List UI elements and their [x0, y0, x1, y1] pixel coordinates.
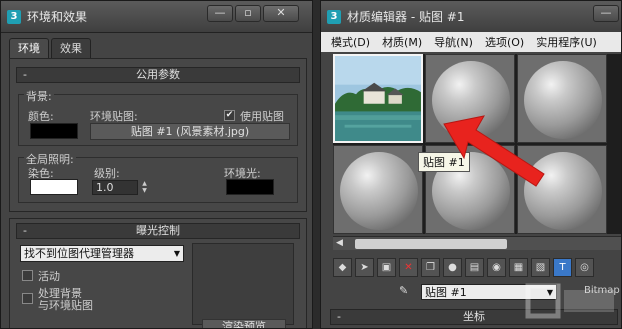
process-bg-label: 处理背景 与环境贴图 [38, 287, 93, 312]
scrollbar-thumb[interactable] [355, 239, 507, 249]
level-spinner[interactable]: 1.0 [92, 180, 138, 195]
ambient-color-swatch[interactable] [226, 179, 274, 195]
env-map-button[interactable]: 贴图 #1 (风景素材.jpg) [90, 123, 290, 140]
collapse-icon[interactable]: - [23, 68, 27, 82]
exposure-rollout[interactable]: - 曝光控制 [16, 223, 300, 239]
go-to-parent-icon[interactable]: T [553, 257, 572, 277]
tab-bar: 环境 效果 [9, 38, 93, 58]
delete-icon[interactable]: ✕ [399, 257, 418, 277]
menu-navigation[interactable]: 导航(N) [434, 34, 473, 50]
env-map-label: 环境贴图: [90, 110, 138, 123]
menu-material[interactable]: 材质(M) [382, 34, 422, 50]
exposure-preview-area [192, 243, 294, 325]
color-label: 颜色: [28, 110, 54, 123]
go-forward-icon[interactable]: ◎ [575, 257, 594, 277]
exposure-type-dropdown[interactable]: 找不到位图代理管理器 ▼ [20, 245, 184, 262]
library-icon[interactable]: ▤ [465, 257, 484, 277]
exposure-title: 曝光控制 [136, 224, 180, 237]
active-checkbox[interactable] [22, 270, 33, 281]
get-material-icon[interactable]: ◆ [333, 257, 352, 277]
landscape-thumbnail [335, 56, 421, 141]
slots-scrollbar[interactable]: ◀ [333, 236, 621, 250]
close-button[interactable]: ✕ [263, 5, 299, 22]
put-to-scene-icon[interactable]: ➤ [355, 257, 374, 277]
exposure-type-value: 找不到位图代理管理器 [24, 247, 134, 260]
scroll-left-arrow-icon[interactable]: ◀ [336, 238, 343, 248]
tab-environment[interactable]: 环境 [9, 38, 49, 58]
background-group-label: 背景: [24, 88, 54, 104]
collapse-icon[interactable]: - [23, 224, 27, 238]
render-preview-button[interactable]: 渲染预览 [202, 319, 286, 328]
minimize-button[interactable]: — [593, 5, 619, 22]
show-in-viewport-icon[interactable]: ▦ [509, 257, 528, 277]
right-titlebar[interactable]: 3 材质编辑器 - 贴图 #1 [321, 1, 621, 33]
maximize-button[interactable]: ▫ [235, 5, 261, 22]
material-name-value: 贴图 #1 [425, 286, 467, 299]
level-label: 级别: [94, 167, 120, 180]
environment-effects-window: 3 环境和效果 — ▫ ✕ 环境 效果 - 公用参数 背景: 颜色: 环境贴图:… [0, 0, 313, 329]
effects-channel-icon[interactable]: ◉ [487, 257, 506, 277]
tint-color-swatch[interactable] [30, 179, 78, 195]
right-window-controls: — [593, 5, 619, 22]
red-arrow-icon [443, 115, 545, 187]
exposure-panel: - 曝光控制 找不到位图代理管理器 ▼ 活动 处理背景 与环境贴图 渲染预览 [9, 218, 307, 328]
assign-material-icon[interactable]: ▣ [377, 257, 396, 277]
max-app-icon: 3 [7, 9, 21, 24]
menu-bar: 模式(D) 材质(M) 导航(N) 选项(O) 实用程序(U) [321, 32, 621, 52]
process-bg-checkbox[interactable] [22, 293, 33, 304]
collapse-icon[interactable]: - [337, 310, 341, 324]
material-sphere [340, 152, 418, 230]
unique-icon[interactable]: ● [443, 257, 462, 277]
max-app-icon: 3 [327, 9, 341, 24]
menu-mode[interactable]: 模式(D) [331, 34, 370, 50]
material-toolbar: ◆ ➤ ▣ ✕ ❐ ● ▤ ◉ ▦ ▧ T ◎ [333, 256, 621, 278]
copy-material-icon[interactable]: ❐ [421, 257, 440, 277]
level-spinner-arrows[interactable]: ▲ ▼ [140, 180, 149, 195]
common-params-rollout[interactable]: - 公用参数 [16, 67, 300, 83]
use-map-checkbox[interactable]: ✔ [224, 110, 235, 121]
sample-slot-1[interactable] [333, 54, 423, 143]
sample-slot-4[interactable] [333, 145, 423, 234]
coordinates-title: 坐标 [463, 310, 485, 323]
active-label: 活动 [38, 270, 60, 283]
watermark-logo [524, 280, 620, 326]
tab-effects[interactable]: 效果 [51, 38, 91, 58]
left-window-title: 环境和效果 [27, 10, 88, 24]
chevron-down-icon: ▼ [173, 249, 180, 258]
background-color-swatch[interactable] [30, 123, 78, 139]
eyedropper-icon[interactable]: ✎ [399, 284, 408, 297]
minimize-button[interactable]: — [207, 5, 233, 22]
menu-options[interactable]: 选项(O) [485, 34, 524, 50]
menu-utilities[interactable]: 实用程序(U) [536, 34, 597, 50]
right-window-title: 材质编辑器 - 贴图 #1 [347, 10, 465, 24]
common-params-panel: - 公用参数 背景: 颜色: 环境贴图: ✔ 使用贴图 贴图 #1 (风景素材.… [9, 58, 307, 212]
left-window-controls: — ▫ ✕ [207, 5, 299, 22]
show-end-result-icon[interactable]: ▧ [531, 257, 550, 277]
common-params-title: 公用参数 [136, 68, 180, 81]
use-map-label: 使用贴图 [240, 110, 284, 123]
